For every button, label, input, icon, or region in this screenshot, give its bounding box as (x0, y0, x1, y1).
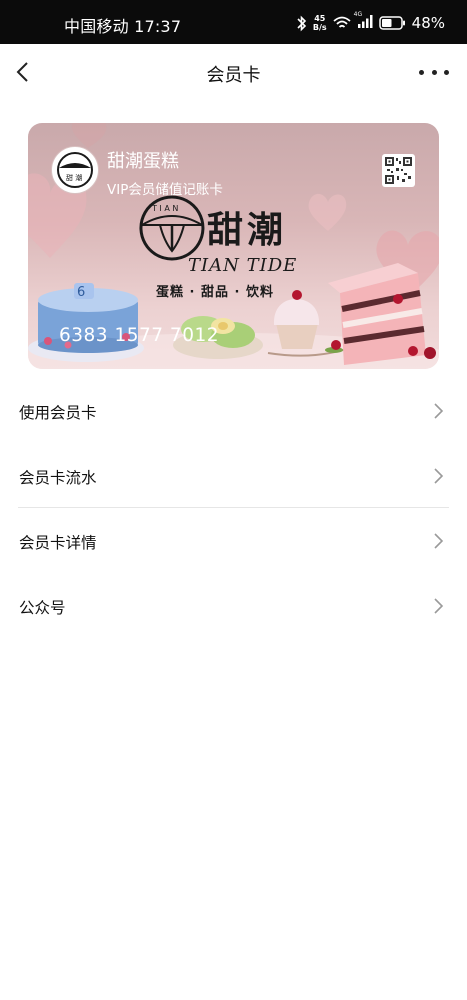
brand-tagline: 蛋糕 · 甜品 · 饮料 (156, 285, 274, 300)
brand-name: 甜潮 (207, 209, 288, 251)
page-title: 会员卡 (206, 65, 261, 86)
card-number: 6383 1577 7012 (59, 325, 220, 346)
chevron-right-icon (434, 468, 444, 484)
more-dots-icon[interactable] (419, 60, 449, 84)
menu-item-official-account[interactable]: 公众号 (0, 573, 467, 638)
carrier-time: 中国移动 17:37 (64, 17, 182, 36)
umbrella-icon: TIAN 甜 潮 (57, 152, 93, 188)
member-card[interactable]: 6 T I A N TIAN 甜 潮 甜潮蛋糕 VIP会员储值记账卡 甜潮 TI… (28, 123, 439, 369)
menu-item-label: 公众号 (19, 599, 66, 617)
net-speed: 45 B/s (313, 14, 327, 32)
logo-text-chars: 甜 潮 (66, 173, 82, 182)
battery-level: 48% (411, 14, 445, 32)
menu-item-label: 使用会员卡 (19, 404, 97, 422)
store-name: 甜潮蛋糕 (107, 151, 179, 172)
brand-logo-top-text: T I A N (151, 204, 178, 213)
chevron-right-icon (434, 598, 444, 614)
bluetooth-icon (297, 15, 307, 31)
net-speed-unit: B/s (312, 23, 327, 32)
status-icons: 45 B/s 4G 48% (296, 11, 445, 34)
status-bar: 中国移动 17:37 45 B/s 4G 48% (0, 0, 467, 44)
umbrella-logo: T I A N (139, 195, 205, 261)
more-dot (431, 69, 437, 75)
heart-shape (71, 123, 107, 148)
network-type: 4G (353, 11, 363, 18)
card-subtitle: VIP会员储值记账卡 (107, 182, 223, 198)
qr-code-icon[interactable] (382, 154, 415, 187)
signal-group: 4G (353, 11, 373, 32)
nav-bar: 会员卡 (0, 44, 467, 102)
logo-text-top: TIAN (66, 159, 78, 165)
menu-item-card-transactions[interactable]: 会员卡流水 (0, 443, 467, 508)
menu-item-card-details[interactable]: 会员卡详情 (0, 508, 467, 573)
menu-item-label: 会员卡详情 (19, 534, 97, 552)
menu-item-label: 会员卡流水 (19, 469, 97, 487)
chevron-right-icon (434, 403, 444, 419)
more-dot (419, 69, 424, 75)
wifi-icon (333, 16, 351, 28)
cake-topper-number: 6 (77, 285, 85, 300)
brand-english: TIAN TIDE (188, 255, 298, 276)
net-speed-value: 45 (314, 14, 326, 23)
menu-item-use-card[interactable]: 使用会员卡 (0, 378, 467, 443)
menu-list: 使用会员卡 会员卡流水 会员卡详情 公众号 (0, 378, 467, 638)
heart-shape (308, 193, 347, 231)
chevron-right-icon (434, 533, 444, 549)
more-dot (444, 69, 449, 75)
store-logo: TIAN 甜 潮 (51, 146, 99, 194)
battery-icon (378, 16, 405, 30)
